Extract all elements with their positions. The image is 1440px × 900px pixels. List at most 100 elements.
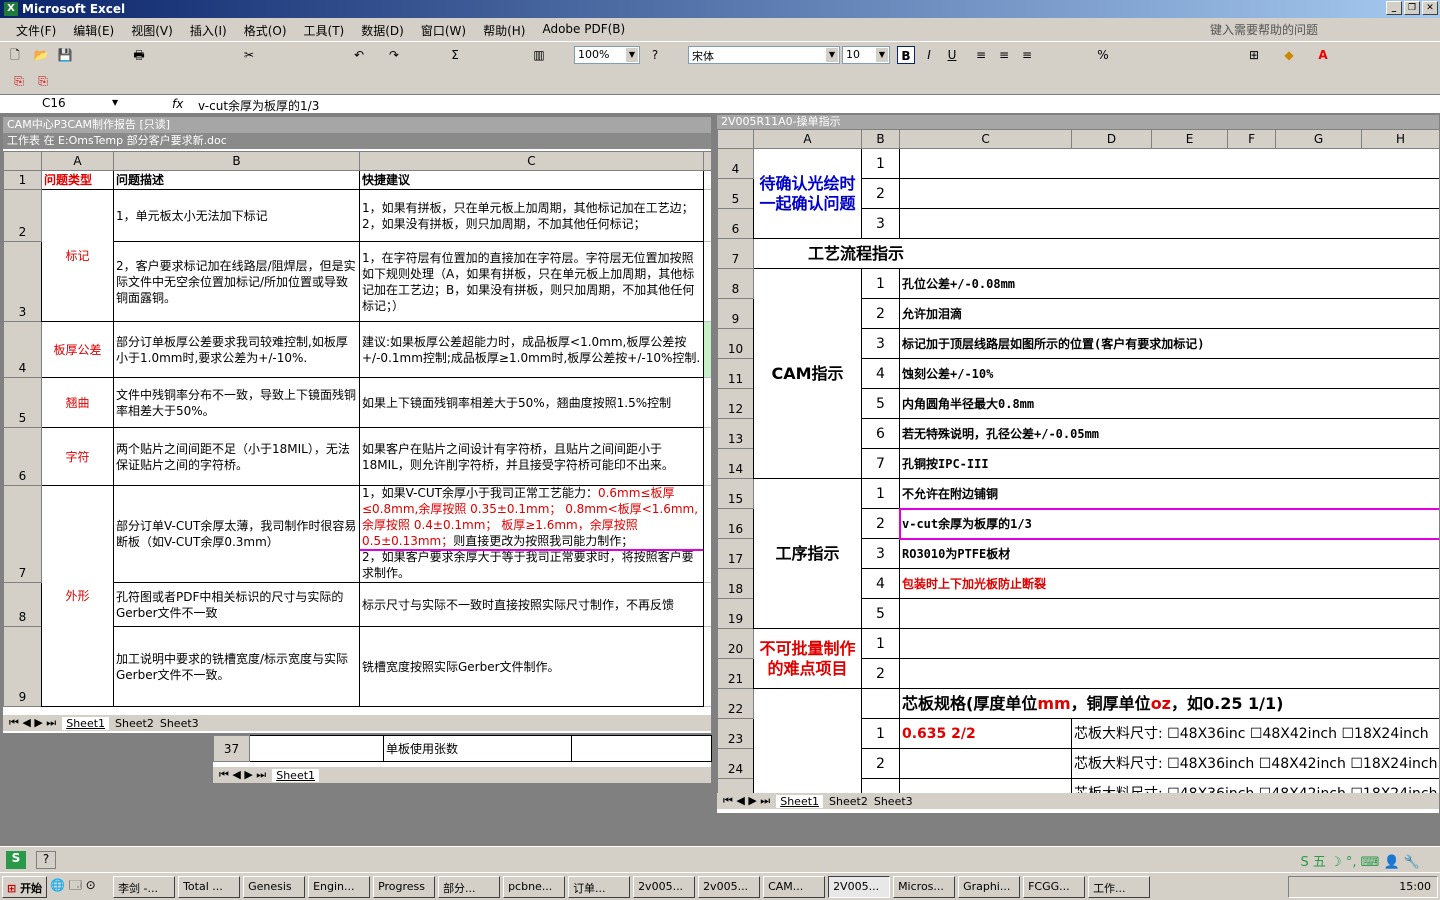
size-select[interactable]: 10 ▼	[842, 46, 890, 64]
help-icon[interactable]: ?	[646, 46, 664, 64]
fx-icon[interactable]: fx	[172, 97, 183, 111]
cell-number[interactable]: 4	[861, 358, 900, 389]
cell-number[interactable]: 3	[861, 328, 900, 359]
tab-nav-icon[interactable]: ⏮ ◀ ▶ ⏭	[219, 768, 266, 782]
option[interactable]: 18X24inch	[1363, 756, 1438, 772]
menu-item[interactable]: Adobe PDF(B)	[542, 22, 625, 39]
cell-number[interactable]: 2	[861, 178, 900, 209]
cell[interactable]: 两个贴片之间间距不足（小于18MIL），无法保证贴片之间的字符桥。	[113, 427, 360, 486]
cell[interactable]: 1，单元板太小无法加下标记	[113, 189, 360, 242]
cell[interactable]: 如果上下镜面残铜率相差大于50%，翘曲度按照1.5%控制	[359, 377, 704, 428]
taskbar-item[interactable]: 2v005...	[633, 875, 696, 898]
cell-instruction[interactable]	[898, 148, 1439, 179]
row-header[interactable]: 4	[717, 148, 754, 179]
row-header[interactable]: 7	[717, 238, 754, 269]
taskbar-item[interactable]: pcbne...	[503, 875, 566, 898]
save-icon[interactable]: 💾	[56, 46, 74, 64]
redo-icon[interactable]: ↷	[385, 46, 403, 64]
menu-item[interactable]: 文件(F)	[16, 22, 56, 39]
tab-sheet1[interactable]: Sheet1	[62, 716, 110, 730]
open-icon[interactable]: 📂	[32, 46, 50, 64]
cell[interactable]: 部分订单V-CUT余厚太薄，我司制作时很容易断板（如V-CUT余厚0.3mm）	[113, 485, 360, 583]
row-header[interactable]: 2	[3, 189, 42, 242]
cell[interactable]: 加工说明中要求的铣槽宽度/标示宽度与实际Gerber文件不一致。	[113, 626, 360, 707]
option[interactable]: 48X36inch	[1180, 756, 1255, 772]
cell-instruction[interactable]: 内角圆角半径最大0.8mm	[898, 388, 1439, 419]
font-select[interactable]: 宋体 ▼	[688, 46, 840, 64]
percent-icon[interactable]: %	[1094, 46, 1112, 64]
taskbar-item[interactable]: Total ...	[178, 875, 241, 898]
menu-item[interactable]: 编辑(E)	[73, 22, 114, 39]
row-header[interactable]: 37	[213, 735, 250, 762]
cell[interactable]: 建议:如果板厚公差超能力时，成品板厚<1.0mm,板厚公差按+/-0.1mm控制…	[359, 321, 704, 378]
cell-instruction[interactable]: 若无特殊说明，孔径公差+/-0.05mm	[898, 418, 1439, 449]
cell[interactable]: 翘曲	[41, 377, 114, 428]
col-header[interactable]: C	[898, 129, 1073, 149]
row-header[interactable]: 8	[3, 582, 42, 627]
row-header[interactable]: 23	[717, 718, 754, 749]
cell-instruction[interactable]	[898, 178, 1439, 209]
option[interactable]: 48X42inch	[1271, 756, 1346, 772]
option[interactable]: 48X42inch	[1262, 726, 1337, 742]
borders-icon[interactable]: ⊞	[1245, 46, 1263, 64]
cell-group-label[interactable]: 工艺流程指示	[752, 238, 1439, 269]
taskbar-item[interactable]: 2v005...	[698, 875, 761, 898]
menu-item[interactable]: 数据(D)	[361, 22, 404, 39]
tab-sheet1[interactable]: Sheet1	[272, 768, 320, 782]
cell[interactable]: 文件中残铜率分布不一致，导致上下镜面残铜率相差大于50%。	[113, 377, 360, 428]
cell-number[interactable]: 6	[861, 418, 900, 449]
taskbar-item[interactable]: Graphi...	[958, 875, 1021, 898]
cell-core-size[interactable]: 芯板大料尺寸: ☐48X36inc ☐48X42inch ☐18X24inch	[1071, 718, 1439, 749]
cell-core[interactable]: 0.635 2/2	[898, 718, 1073, 749]
restore-button[interactable]: ❐	[1404, 1, 1420, 15]
cell-instruction[interactable]: 允许加泪滴	[898, 298, 1439, 329]
tab-sheet3[interactable]: Sheet3	[874, 795, 913, 808]
row-header[interactable]: 21	[717, 658, 754, 689]
cell-core-spec[interactable]: 芯板规格(厚度单位mm，铜厚单位oz，如0.25 1/1)	[898, 688, 1439, 719]
cell-number[interactable]: 3	[861, 538, 900, 569]
row-header[interactable]: 1	[3, 170, 42, 190]
row-header[interactable]: 15	[717, 478, 754, 509]
taskbar-item[interactable]: Engin...	[308, 875, 371, 898]
cell-number[interactable]: 2	[861, 508, 900, 539]
cell-instruction[interactable]: 孔位公差+/-0.08mm	[898, 268, 1439, 299]
col-header-b[interactable]: B	[113, 151, 360, 171]
cell-vcut-suggestion[interactable]: 1，如果V-CUT余厚小于我司正常工艺能力：0.6mm≤板厚≤0.8mm,余厚按…	[359, 485, 704, 583]
tab-sheet1[interactable]: Sheet1	[776, 794, 824, 808]
cut-icon[interactable]: ✂	[240, 46, 258, 64]
row-header[interactable]: 8	[717, 268, 754, 299]
sum-icon[interactable]: Σ	[446, 46, 464, 64]
cell-instruction[interactable]: 不允许在附边铺铜	[898, 478, 1439, 509]
cell-number[interactable]: 1	[861, 628, 900, 659]
col-header[interactable]: A	[753, 129, 862, 149]
cell[interactable]: 铣槽宽度按照实际Gerber文件制作。	[359, 626, 704, 707]
row-header[interactable]: 6	[717, 208, 754, 239]
underline-icon[interactable]: U	[943, 46, 961, 64]
bold-icon[interactable]: B	[897, 46, 915, 64]
row-header[interactable]: 12	[717, 388, 754, 419]
col-header[interactable]: B	[861, 129, 900, 149]
cell-number[interactable]: 7	[861, 448, 900, 479]
cell[interactable]: 板厚公差	[41, 321, 114, 378]
help-icon[interactable]: ?	[36, 851, 56, 869]
row-header[interactable]: 24	[717, 748, 754, 779]
row-header[interactable]: 4	[3, 321, 42, 378]
cell-instruction[interactable]: 孔铜按IPC-III	[898, 448, 1439, 479]
row-header[interactable]: 10	[717, 328, 754, 359]
col-header-a[interactable]: A	[41, 151, 114, 171]
close-button[interactable]: ✕	[1422, 1, 1438, 15]
taskbar-item[interactable]: FCGG...	[1023, 875, 1086, 898]
col-header[interactable]: F	[1227, 129, 1277, 149]
align-right-icon[interactable]: ≡	[1018, 46, 1036, 64]
cell-group-label[interactable]: 不可批量制作的难点项目	[753, 628, 862, 689]
cell-number[interactable]: 2	[861, 298, 900, 329]
pdf-convert-icon[interactable]: ⎘	[10, 72, 28, 90]
row-header[interactable]: 11	[717, 358, 754, 389]
row-header[interactable]: 5	[717, 178, 754, 209]
formula-content[interactable]: v-cut余厚为板厚的1/3	[198, 97, 319, 114]
taskbar-item[interactable]: 工作...	[1088, 875, 1151, 898]
cell-instruction[interactable]: 蚀刻公差+/-10%	[898, 358, 1439, 389]
cell[interactable]: 问题类型	[41, 170, 114, 190]
cell-number[interactable]: 4	[861, 568, 900, 599]
help-search-box[interactable]: 键入需要帮助的问题	[1210, 21, 1390, 39]
